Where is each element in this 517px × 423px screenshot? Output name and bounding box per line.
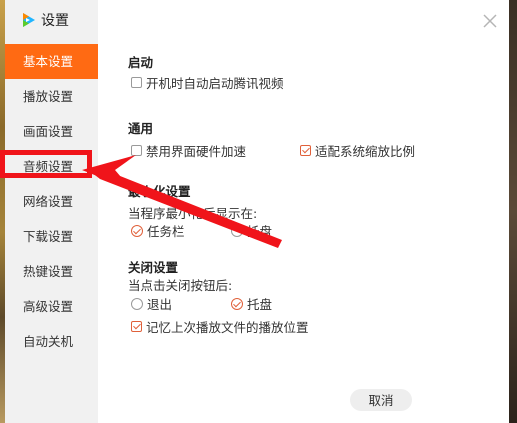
disable-hw-accel-checkbox[interactable]: [131, 145, 142, 156]
disable-hw-accel-label: 禁用界面硬件加速: [146, 144, 247, 159]
section-title-startup: 启动: [128, 55, 154, 70]
app-header: 设置: [19, 10, 69, 30]
sidebar-item-playback[interactable]: 播放设置: [5, 79, 98, 114]
close-tray-label: 托盘: [247, 297, 273, 312]
sidebar-item-audio[interactable]: 音频设置: [5, 149, 98, 184]
startup-autostart-option[interactable]: 开机时自动启动腾讯视频: [131, 73, 284, 92]
startup-autostart-checkbox[interactable]: [131, 77, 142, 88]
minimize-taskbar-option[interactable]: 任务栏: [131, 221, 185, 240]
close-tray-radio[interactable]: [231, 297, 243, 310]
minimize-tray-radio[interactable]: [231, 224, 243, 237]
sidebar-item-basic[interactable]: 基本设置: [5, 44, 98, 79]
close-tray-option[interactable]: 托盘: [231, 294, 272, 313]
close-button[interactable]: [481, 12, 499, 30]
sidebar-item-network[interactable]: 网络设置: [5, 184, 98, 219]
app-title: 设置: [41, 13, 69, 29]
disable-hw-accel-option[interactable]: 禁用界面硬件加速: [131, 141, 246, 160]
cancel-button[interactable]: 取消: [350, 389, 412, 411]
tencent-video-logo-icon: [23, 13, 35, 27]
settings-nav: 基本设置 播放设置 画面设置 音频设置 网络设置 下载设置 热键设置 高级设置 …: [5, 44, 98, 359]
sidebar-item-display[interactable]: 画面设置: [5, 114, 98, 149]
minimize-tray-label: 托盘: [247, 224, 273, 239]
minimize-taskbar-label: 任务栏: [147, 224, 185, 239]
close-exit-option[interactable]: 退出: [131, 294, 172, 313]
minimize-taskbar-radio[interactable]: [131, 224, 143, 237]
settings-dialog: 设置 基本设置 播放设置 画面设置 音频设置 网络设置 下载设置 热键设置 高级…: [5, 0, 509, 423]
sidebar-item-advanced[interactable]: 高级设置: [5, 289, 98, 324]
system-scaling-label: 适配系统缩放比例: [315, 144, 416, 159]
section-title-close: 关闭设置: [128, 260, 179, 275]
settings-sidebar: 设置 基本设置 播放设置 画面设置 音频设置 网络设置 下载设置 热键设置 高级…: [5, 0, 98, 423]
sidebar-item-hotkey[interactable]: 热键设置: [5, 254, 98, 289]
system-scaling-checkbox[interactable]: [300, 145, 311, 156]
startup-autostart-label: 开机时自动启动腾讯视频: [146, 76, 284, 91]
sidebar-item-download[interactable]: 下载设置: [5, 219, 98, 254]
close-caption: 当点击关闭按钮后:: [128, 278, 233, 293]
remember-position-checkbox[interactable]: [131, 321, 142, 332]
close-exit-radio[interactable]: [131, 297, 143, 310]
minimize-caption: 当程序最小化后显示在:: [128, 206, 258, 221]
section-title-minimize: 最小化设置: [128, 184, 191, 199]
sidebar-item-auto-shutdown[interactable]: 自动关机: [5, 324, 98, 359]
close-exit-label: 退出: [147, 297, 173, 312]
close-icon: [483, 14, 497, 28]
remember-position-label: 记忆上次播放文件的播放位置: [146, 320, 309, 335]
remember-position-option[interactable]: 记忆上次播放文件的播放位置: [131, 317, 309, 336]
background-photo-right: [509, 0, 517, 423]
minimize-tray-option[interactable]: 托盘: [231, 221, 272, 240]
system-scaling-option[interactable]: 适配系统缩放比例: [300, 141, 415, 160]
section-title-general: 通用: [128, 121, 154, 136]
